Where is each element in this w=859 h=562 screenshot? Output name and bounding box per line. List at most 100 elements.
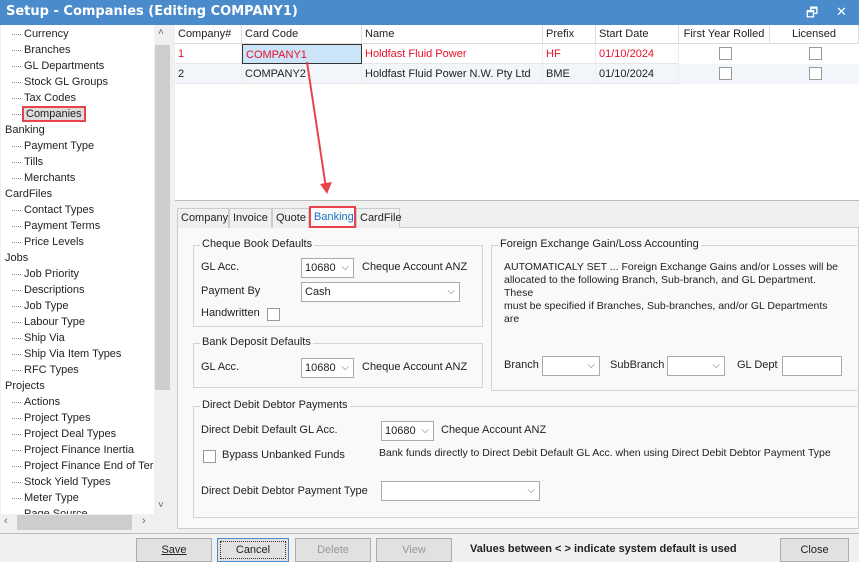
handwritten-checkbox[interactable] [267,308,280,321]
tree-item[interactable]: Descriptions [12,282,85,298]
bypass-description: Bank funds directly to Direct Debit Defa… [379,447,831,459]
tree-item[interactable]: Job Type [11,298,68,314]
tree-item[interactable]: Ship Via [12,330,65,346]
tree-item[interactable]: Project Finance Inertia [11,442,134,458]
tree-item[interactable]: Tax Codes [12,90,76,106]
scroll-thumb[interactable] [155,45,170,390]
bypass-unbanked-checkbox[interactable] [203,450,216,463]
fx-text: must be specified if Branches, Sub-branc… [504,300,828,325]
cell-start[interactable]: 01/10/2024 [596,44,679,64]
tree-item[interactable]: Project Deal Types [11,426,116,442]
cell-prefix[interactable]: BME [543,64,596,84]
first-year-rolled-checkbox[interactable] [718,47,732,60]
subbranch-dropdown[interactable]: ⌵ [667,356,725,376]
tree-item[interactable]: Labour Type [12,314,85,330]
tree-item[interactable]: Page Source [24,506,88,514]
tab-quote[interactable]: Quote [272,208,309,228]
column-header[interactable]: Start Date [596,25,679,44]
scroll-thumb[interactable] [17,515,132,530]
column-header[interactable]: First Year Rolled [679,25,770,44]
dd-gl-acc-label: Direct Debit Default GL Acc. [201,424,338,436]
cell-prefix[interactable]: HF [543,44,596,64]
save-button[interactable]: Save [136,538,212,562]
cell-num[interactable]: 2 [175,64,242,84]
dd-gl-acc-dropdown[interactable]: 10680 ⌵ [381,421,434,441]
window-title: Setup - Companies (Editing COMPANY1) [6,4,298,19]
tree-item-label: Contact Types [24,204,95,216]
chevron-down-icon: ⌵ [341,262,349,273]
fx-group: Foreign Exchange Gain/Loss Accounting AU… [491,238,857,391]
tree-item[interactable]: Project Types [11,410,90,426]
column-header[interactable]: Prefix [543,25,596,44]
tree-item[interactable]: Meter Type [12,490,79,506]
tree-item-label: Price Levels [24,236,84,248]
tree-item-label: RFC Types [24,364,79,376]
cell-start[interactable]: 01/10/2024 [596,64,679,84]
scroll-right-icon[interactable]: › [142,515,146,527]
gl-acc-label: GL Acc. [201,361,240,373]
licensed-checkbox[interactable] [808,67,822,80]
tab-company[interactable]: Company [177,208,229,228]
tree-item[interactable]: Merchants [11,170,75,186]
tab-cardfile[interactable]: CardFile [356,208,402,228]
view-button[interactable]: View [376,538,452,562]
payment-by-dropdown[interactable]: Cash ⌵ [301,282,460,302]
fx-text: AUTOMATICALY SET ... Foreign Exchange Ga… [504,261,839,273]
first-year-rolled-checkbox[interactable] [718,67,732,80]
tree-item[interactable]: Stock Yield Types [12,474,111,490]
cheque-gl-acc-dropdown[interactable]: 10680 ⌵ [301,258,354,278]
tree-vertical-scrollbar[interactable]: ˄ ˅ [154,25,171,517]
close-icon[interactable]: ✕ [836,4,847,20]
tree-item[interactable]: Ship Via Item Types [11,346,121,362]
tree-item[interactable]: Payment Type [11,138,95,154]
tab-banking[interactable]: Banking [309,206,356,228]
column-header[interactable]: Card Code [242,25,362,44]
column-header[interactable]: Company# [175,25,242,44]
scroll-up-icon[interactable]: ˄ [158,27,164,38]
tree-item[interactable]: GL Departments [11,58,105,74]
licensed-checkbox[interactable] [808,47,822,60]
deposit-gl-acc-dropdown[interactable]: 10680 ⌵ [301,358,354,378]
cell-name[interactable]: Holdfast Fluid Power [362,44,543,64]
bank-deposit-group: Bank Deposit Defaults GL Acc. 10680 ⌵ Che… [193,336,483,388]
tree-item[interactable]: Project Finance End of Term [12,458,154,474]
tree-item[interactable]: Companies [12,106,86,122]
tab-invoice[interactable]: Invoice [229,208,272,228]
tree-item[interactable]: Projects [5,378,45,394]
scroll-left-icon[interactable]: ‹ [4,515,8,527]
tree-item[interactable]: CardFiles [5,186,52,202]
gl-dept-dropdown[interactable] [782,356,842,376]
branch-dropdown[interactable]: ⌵ [542,356,600,376]
handwritten-label: Handwritten [201,307,260,319]
delete-button[interactable]: Delete [295,538,371,562]
tree-horizontal-scrollbar[interactable]: ‹ › [1,514,154,531]
tree-item[interactable]: Stock GL Groups [12,74,108,90]
subbranch-label: SubBranch [610,359,665,371]
group-title: Foreign Exchange Gain/Loss Accounting [498,238,701,250]
tree-item[interactable]: Actions [11,394,60,410]
tree-item[interactable]: Payment Terms [11,218,100,234]
tree-item[interactable]: Banking [5,122,45,138]
tree-item-label: Tax Codes [24,92,76,104]
tree-item-label: GL Departments [24,60,105,72]
scroll-down-icon[interactable]: ˅ [158,500,164,511]
cancel-button[interactable]: Cancel [217,538,289,562]
column-header[interactable]: Licensed [770,25,859,44]
tree-item-label: Payment Type [24,140,95,152]
tree-item[interactable]: Contact Types [11,202,95,218]
tree-item[interactable]: Tills [11,154,43,170]
cell-name[interactable]: Holdfast Fluid Power N.W. Pty Ltd [362,64,543,84]
tree-item[interactable]: Jobs [5,250,28,266]
dd-payment-type-label: Direct Debit Debtor Payment Type [201,485,368,497]
tree-item[interactable]: Job Priority [11,266,79,282]
restore-icon[interactable]: 🗗 [806,4,818,26]
tree-item[interactable]: Branches [11,42,70,58]
column-header[interactable]: Name [362,25,543,44]
close-button[interactable]: Close [780,538,849,562]
cell-num[interactable]: 1 [175,44,242,64]
dd-payment-type-dropdown[interactable]: ⌵ [381,481,540,501]
tree-item[interactable]: Price Levels [12,234,84,250]
tree-item[interactable]: Currency [12,26,69,42]
tree-item-label: Ship Via [24,332,65,344]
tree-item[interactable]: RFC Types [12,362,79,378]
